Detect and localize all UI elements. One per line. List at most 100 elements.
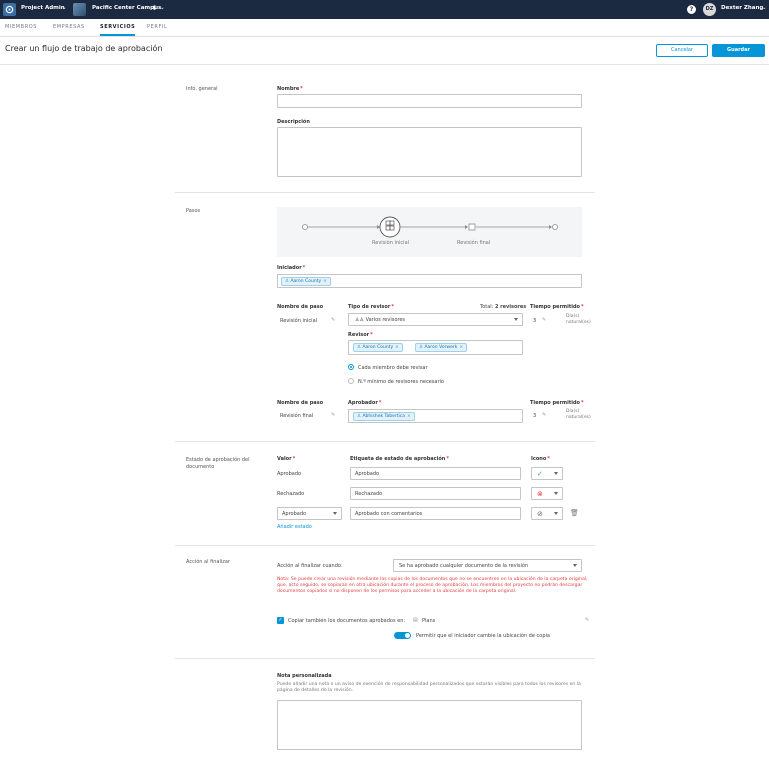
col-value: Valor* [277,456,296,462]
step1-days-unit: Día(s) natural(es) [566,314,591,325]
remove-icon[interactable]: × [459,345,463,350]
project-thumbnail [73,3,86,16]
approver-label: Aprobador* [348,400,382,406]
cancel-button[interactable]: Cancelar [656,44,708,57]
chevron-down-icon [554,472,558,475]
workflow-diagram: Revisión inicial Revisión final [277,207,582,257]
approver-chip[interactable]: ♙ Abhishek Tabertica × [353,412,415,421]
project-name[interactable]: Pacific Center Campus [92,5,161,11]
section-label-finish: Acción al finalizar [186,559,230,565]
status-icon-select-2[interactable]: ⊗ [531,487,563,500]
chevron-down-icon[interactable]: ⌄ [762,5,767,11]
section-divider [175,658,595,659]
option-min-label: N.º mínimo de revisores necesario [358,379,444,385]
name-label: Nombre* [277,86,303,92]
project-admin-icon[interactable] [3,3,16,16]
chevron-down-icon [514,318,518,321]
top-bar: Project Admin ⌄ Pacific Center Campus ▮ … [0,0,769,19]
initiator-label: Iniciador* [277,265,306,271]
group-icon: ♙♙ [355,317,366,323]
help-icon[interactable]: ? [687,5,696,14]
user-name[interactable]: Dexter Zhang [721,5,763,11]
col-time-allowed-2: Tiempo permitido* [530,400,584,406]
reviewer-input[interactable]: ♙ Aaron County × ♙ Aaron Vorwerk × [348,340,523,355]
copy-approved-label: Copiar también los documentos aprobados … [288,618,406,624]
name-input[interactable] [277,94,582,108]
remove-icon[interactable]: × [407,414,411,419]
app-title[interactable]: Project Admin [21,5,65,11]
tab-empresas[interactable]: EMPRESAS [53,24,85,30]
edit-pencil-icon[interactable]: ✎ [331,412,335,418]
step2-name: Revisión final [280,413,314,419]
status-icon-select-3[interactable]: ⊘ [531,507,563,520]
section-divider [175,192,595,193]
description-label: Descripción [277,119,310,125]
tab-miembros[interactable]: MIEMBROS [5,24,37,30]
section-label-steps: Pasos [186,208,201,214]
radio-each-member[interactable] [348,364,354,370]
step1-name: Revisión inicial [280,318,318,324]
add-state-link[interactable]: Añadir estado [277,524,312,530]
reviewer-chip[interactable]: ♙ Aaron Vorwerk × [415,343,468,352]
edit-pencil-icon[interactable]: ✎ [331,317,335,323]
section-divider [175,545,595,546]
step2-days-unit: Día(s) natural(es) [566,409,591,420]
initiator-input[interactable]: ♙ Aaron County × [277,274,582,288]
col-status-label: Etiqueta de estado de aprobación* [350,456,449,462]
option-each-label: Cada miembro debe revisar [358,365,428,371]
tab-servicios[interactable]: SERVICIOS [100,24,136,36]
step1-days[interactable]: 3 [533,318,536,324]
building-icon: ▮ [153,5,157,11]
allow-change-location-label: Permitir que el iniciador cambie la ubic… [416,633,550,639]
status-label-input-3[interactable]: Aprobado con comentarios [350,507,521,520]
total-reviewers: Total: 2 revisores [480,304,527,310]
custom-note-textarea[interactable] [277,700,582,750]
copy-approved-checkbox[interactable]: ✓ [277,617,284,624]
header-divider [0,64,769,65]
status-value-select-3[interactable]: Aprobado [277,507,342,520]
reviewer-label: Revisor* [348,332,373,338]
reviewer-chip[interactable]: ♙ Aaron County × [353,343,403,352]
diagram-label-final: Revisión final [457,240,491,246]
remove-icon[interactable]: × [323,279,327,284]
chevron-down-icon [554,492,558,495]
save-button[interactable]: Guardar [712,44,765,57]
description-textarea[interactable] [277,127,582,177]
edit-pencil-icon[interactable]: ✎ [585,617,589,623]
radio-min-reviewers[interactable] [348,378,354,384]
chevron-down-icon [554,512,558,515]
trash-icon[interactable]: 🗑 [570,509,579,517]
section-label-status: Estado de aprobación del documento [186,457,250,470]
initiator-chip[interactable]: ♙ Aaron County × [281,277,331,286]
allow-change-location-toggle[interactable] [394,632,411,639]
status-value-1: Aprobado [277,471,302,477]
edit-pencil-icon[interactable]: ✎ [542,412,546,418]
approver-input[interactable]: ♙ Abhishek Tabertica × [348,409,523,423]
finish-when-select[interactable]: Se ha aprobado cualquier documento de la… [393,559,582,572]
chevron-down-icon[interactable]: ⌄ [62,5,67,11]
col-time-allowed: Tiempo permitido* [530,304,584,310]
status-label-input-1[interactable]: Aprobado [350,467,521,480]
start-node-icon [302,224,308,230]
rejected-x-icon: ⊗ [537,490,543,498]
diagram-label-initial: Revisión inicial [372,240,410,246]
section-divider [175,441,595,442]
edit-pencil-icon[interactable]: ✎ [542,317,546,323]
status-icon-select-1[interactable]: ✓ [531,467,563,480]
col-step-name-2: Nombre de paso [277,400,324,406]
approved-check-icon: ✓ [537,470,543,478]
avatar[interactable]: DZ [703,3,716,16]
section-label-general: Info. general [186,86,218,92]
chevron-down-icon [333,512,337,515]
custom-note-label: Nota personalizada [277,673,332,679]
reviewer-type-select[interactable]: ♙♙ Varios revisores [348,313,523,326]
status-label-input-2[interactable]: Rechazado [350,487,521,500]
remove-icon[interactable]: × [395,345,399,350]
step2-days[interactable]: 3 [533,413,536,419]
final-node-icon [468,223,476,231]
status-value-2: Rechazado [277,491,305,497]
tab-bar: MIEMBROS EMPRESAS SERVICIOS PERFIL [0,19,769,37]
finish-when-label: Acción al finalizar cuando: [277,563,343,569]
tab-perfil[interactable]: PERFIL [147,24,167,30]
chevron-down-icon[interactable]: ⌄ [160,5,165,11]
